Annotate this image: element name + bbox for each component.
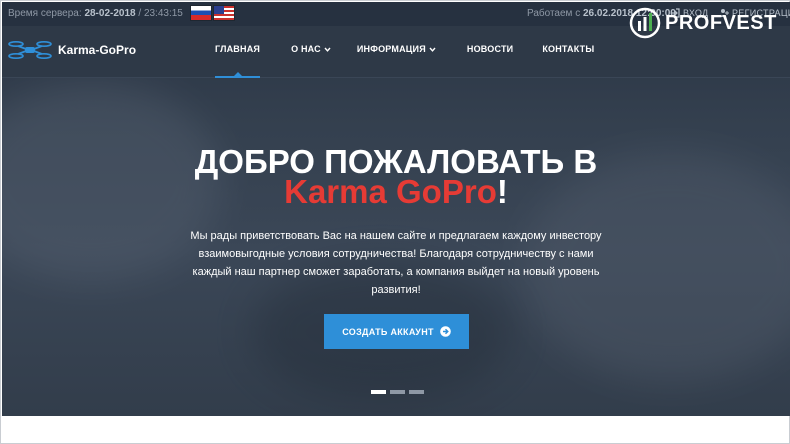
hero-title-accent: Karma GoPro (284, 173, 497, 210)
nav-label: КОНТАКТЫ (542, 44, 595, 54)
nav-label: НОВОСТИ (466, 44, 514, 54)
nav-item-about[interactable]: О НАС (291, 44, 331, 54)
arrow-circle-right-icon (439, 326, 451, 337)
chevron-down-icon (429, 47, 436, 52)
nav-item-home[interactable]: ГЛАВНАЯ (215, 44, 261, 78)
drone-icon (8, 40, 52, 60)
create-account-label: СОЗДАТЬ АККАУНТ (342, 326, 434, 337)
site-logo[interactable]: Karma-GoPro (8, 38, 136, 62)
flag-us-icon[interactable] (213, 5, 235, 21)
nav-item-contacts[interactable]: КОНТАКТЫ (542, 44, 594, 54)
hero-description: Мы рады приветствовать Вас на нашем сайт… (190, 230, 602, 296)
server-clock: 23:43:15 (143, 8, 183, 19)
slider-pagination (371, 390, 424, 394)
profvest-logo-icon (629, 7, 661, 39)
hero-title-line2: Karma GoPro! (2, 174, 790, 210)
nav-label: ГЛАВНАЯ (215, 44, 261, 54)
hero-title-suffix: ! (496, 173, 508, 210)
slider-dot[interactable] (390, 390, 405, 394)
server-date: 28-02-2018 (84, 8, 136, 19)
server-time-label: Время сервера: (8, 8, 82, 19)
nav-label: О НАС (291, 44, 321, 54)
profvest-watermark: PROFVEST (629, 7, 777, 39)
nav-item-news[interactable]: НОВОСТИ (467, 44, 513, 54)
nav-label: ИНФОРМАЦИЯ (356, 44, 426, 54)
nav-item-info[interactable]: ИНФОРМАЦИЯ (357, 44, 436, 54)
slider-dot[interactable] (409, 390, 424, 394)
create-account-button[interactable]: СОЗДАТЬ АККАУНТ (324, 314, 469, 349)
logo-text: Karma-GoPro (58, 43, 137, 57)
flag-ru-icon[interactable] (190, 5, 212, 21)
chevron-down-icon (324, 47, 331, 52)
slider-dot[interactable] (371, 390, 386, 394)
screenshot-frame: Время сервера: 28-02-2018 / 23:43:15 Раб… (0, 0, 790, 444)
server-time: Время сервера: 28-02-2018 / 23:43:15 (8, 8, 183, 19)
main-menu: ГЛАВНАЯ О НАС ИНФОРМАЦИЯ НОВОСТИ КОНТАКТ… (215, 44, 594, 78)
work-since-label: Работаем с (527, 8, 581, 19)
profvest-text: PROFVEST (665, 11, 777, 34)
website: Время сервера: 28-02-2018 / 23:43:15 Раб… (2, 2, 790, 416)
